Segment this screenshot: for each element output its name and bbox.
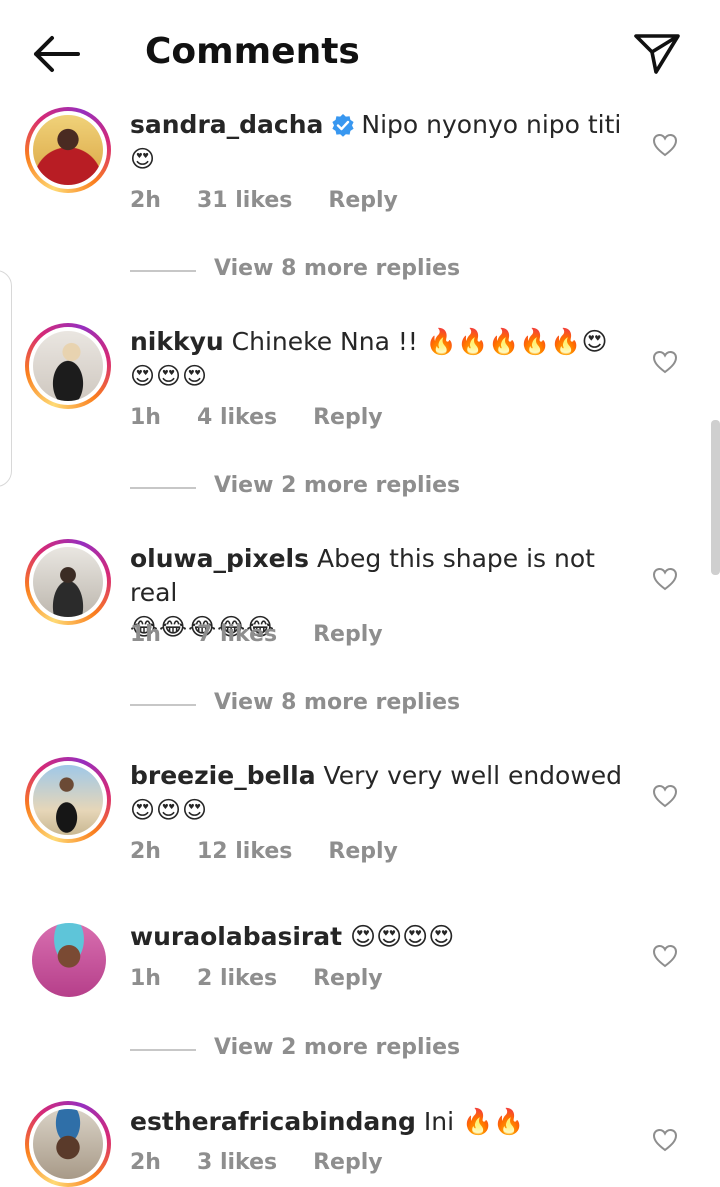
divider-line — [130, 487, 196, 489]
arrow-left-icon — [34, 36, 80, 72]
divider-line — [130, 1049, 196, 1051]
heart-icon[interactable] — [652, 944, 678, 968]
comment-username[interactable]: nikkyu — [130, 327, 224, 356]
comment-username[interactable]: sandra_dacha — [130, 110, 323, 139]
heart-icon[interactable] — [652, 350, 678, 374]
heart-icon[interactable] — [652, 1128, 678, 1152]
likes-count[interactable]: 12 likes — [197, 839, 292, 864]
comment-username[interactable]: breezie_bella — [130, 761, 316, 790]
paper-plane-icon — [634, 34, 680, 74]
comment-text: Chineke Nna !! 🔥🔥🔥🔥🔥😍 — [231, 327, 608, 356]
share-button[interactable] — [632, 30, 682, 76]
comment-text: 😍😍😍😍 — [350, 922, 455, 951]
view-replies-link[interactable]: View 2 more replies — [130, 1035, 530, 1065]
likes-count[interactable]: 31 likes — [197, 188, 292, 213]
likes-count[interactable]: 3 likes — [197, 1150, 277, 1175]
comment-username[interactable]: wuraolabasirat — [130, 922, 342, 951]
verified-badge-icon — [332, 114, 355, 137]
avatar[interactable] — [25, 107, 111, 193]
likes-count[interactable]: 7 likes — [197, 622, 277, 647]
comment-username[interactable]: oluwa_pixels — [130, 544, 309, 573]
heart-icon[interactable] — [652, 784, 678, 808]
reply-button[interactable]: Reply — [313, 1150, 383, 1175]
reply-button[interactable]: Reply — [313, 405, 383, 430]
comment-time: 2h — [130, 188, 161, 213]
view-replies-link[interactable]: View 2 more replies — [130, 473, 530, 503]
comment-time: 1h — [130, 405, 161, 430]
reply-button[interactable]: Reply — [328, 188, 398, 213]
comment-username[interactable]: estherafricabindang — [130, 1107, 416, 1136]
side-panel-edge — [0, 270, 12, 487]
comment-emoji: 😍😍😍 — [130, 796, 209, 824]
comment-emoji: 😍 — [130, 145, 157, 173]
likes-count[interactable]: 2 likes — [197, 966, 277, 991]
comment-emoji: 😍😍😍 — [130, 362, 209, 390]
reply-button[interactable]: Reply — [313, 622, 383, 647]
comment-time: 1h — [130, 966, 161, 991]
view-replies-link[interactable]: View 8 more replies — [130, 256, 530, 286]
divider-line — [130, 270, 196, 272]
avatar[interactable] — [25, 539, 111, 625]
heart-icon[interactable] — [652, 567, 678, 591]
comment-time: 1h — [130, 622, 161, 647]
comment-time: 2h — [130, 839, 161, 864]
back-button[interactable] — [28, 32, 84, 76]
likes-count[interactable]: 4 likes — [197, 405, 277, 430]
divider-line — [130, 704, 196, 706]
heart-icon[interactable] — [652, 133, 678, 157]
comment-text: Nipo nyonyo nipo titi — [361, 110, 622, 139]
scrollbar[interactable] — [711, 420, 720, 575]
avatar[interactable] — [25, 1101, 111, 1187]
comment-text: Very very well endowed — [323, 761, 623, 790]
comment-time: 2h — [130, 1150, 161, 1175]
header-bar: Comments — [0, 0, 720, 106]
avatar[interactable] — [25, 757, 111, 843]
reply-button[interactable]: Reply — [328, 839, 398, 864]
avatar[interactable] — [25, 323, 111, 409]
page-title: Comments — [145, 31, 360, 72]
view-replies-link[interactable]: View 8 more replies — [130, 690, 530, 720]
reply-button[interactable]: Reply — [313, 966, 383, 991]
avatar[interactable] — [25, 920, 111, 1006]
comment-text: Ini 🔥🔥 — [423, 1107, 525, 1136]
